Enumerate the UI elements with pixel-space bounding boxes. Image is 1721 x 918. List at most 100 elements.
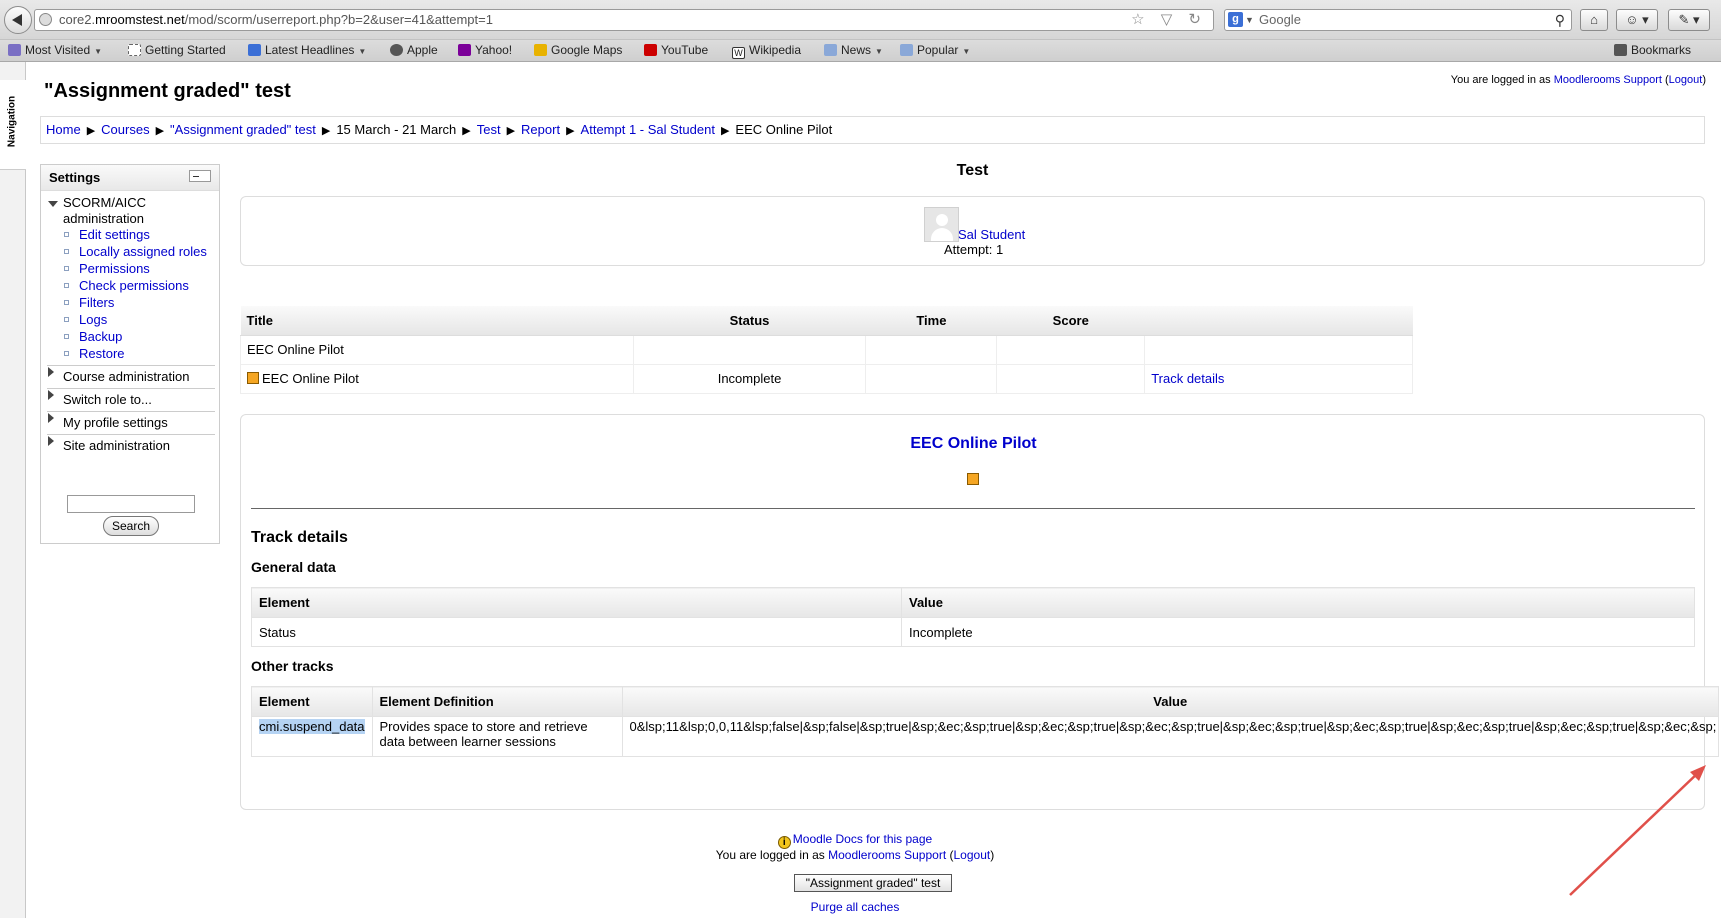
table-row: Status Incomplete (251, 617, 1695, 647)
bookmark-popular[interactable]: Popular ▼ (900, 43, 970, 57)
breadcrumb-test[interactable]: Test (477, 122, 501, 137)
table-cell (996, 363, 1146, 394)
settings-restore[interactable]: Restore (79, 346, 125, 362)
expand-icon[interactable] (48, 390, 54, 400)
sco-incomplete-icon (967, 473, 979, 485)
footer-logout-link[interactable]: Logout (954, 848, 991, 862)
status-cell: Incomplete (632, 363, 867, 394)
navigation-dock: Navigation (0, 62, 26, 918)
home-button[interactable]: ⌂ (1580, 9, 1608, 31)
moodle-docs-link[interactable]: Moodle Docs for this page (793, 832, 932, 846)
settings-locally-assigned-roles[interactable]: Locally assigned roles (79, 244, 207, 260)
moodle-page: Navigation "Assignment graded" test You … (0, 62, 1721, 918)
table-cell (632, 334, 867, 365)
star-icon[interactable]: ☆ ▽ ↻ (1131, 10, 1207, 30)
settings-search-button[interactable]: Search (103, 516, 159, 536)
footer-user-link[interactable]: Moodlerooms Support (828, 848, 946, 862)
search-icon[interactable]: ⚲ (1555, 10, 1565, 30)
selected-text[interactable]: cmi.suspend_data (259, 719, 365, 734)
breadcrumb-report[interactable]: Report (521, 122, 560, 137)
course-home-button[interactable]: "Assignment graded" test (794, 874, 952, 892)
table-cell (865, 363, 998, 394)
attempt-report-table: Title Status Time Score EEC Online Pilot… (240, 306, 1413, 394)
table-cell (1144, 334, 1413, 365)
logout-link[interactable]: Logout (1669, 74, 1703, 86)
breadcrumb-course[interactable]: "Assignment graded" test (170, 122, 316, 137)
scorm-admin-node[interactable]: SCORM/AICC administration (63, 195, 173, 227)
user-link[interactable]: Moodlerooms Support (1554, 74, 1662, 86)
sco-incomplete-icon (247, 372, 259, 384)
bookmark-getting-started[interactable]: Getting Started (128, 43, 226, 57)
bookmark-google-maps[interactable]: Google Maps (534, 43, 622, 57)
settings-logs[interactable]: Logs (79, 312, 107, 328)
dock-block-icon[interactable] (189, 170, 211, 182)
table-header-row: Title Status Time Score (240, 306, 1413, 336)
footer-login-info: You are logged in as Moodlerooms Support… (715, 848, 995, 862)
bookmark-apple[interactable]: Apple (390, 43, 438, 57)
expand-icon[interactable] (48, 413, 54, 423)
track-details-box: EEC Online Pilot Track details General d… (240, 414, 1720, 810)
settings-permissions[interactable]: Permissions (79, 261, 150, 277)
browser-toolbar: core2.mroomstest.net/mod/scorm/userrepor… (0, 0, 1721, 40)
divider (47, 411, 215, 412)
table-cell: Provides space to store and retrieve dat… (371, 716, 623, 757)
chevron-down-icon[interactable]: ▼ (1245, 10, 1254, 30)
divider (47, 434, 215, 435)
bullet-icon (64, 300, 69, 305)
avatar[interactable] (924, 207, 959, 242)
breadcrumb-home[interactable]: Home (46, 122, 81, 137)
bookmark-yahoo[interactable]: Yahoo! (458, 43, 512, 57)
general-data-table: Element Value Status Incomplete (251, 587, 1695, 647)
settings-search-input[interactable] (67, 495, 195, 513)
switch-role-node[interactable]: Switch role to... (63, 392, 152, 408)
profile-settings-node[interactable]: My profile settings (63, 415, 168, 431)
settings-backup[interactable]: Backup (79, 329, 122, 345)
tools-button[interactable]: ✎ ▾ (1668, 9, 1710, 31)
bullet-icon (64, 317, 69, 322)
table-cell: Incomplete (901, 617, 1695, 647)
expand-icon[interactable] (48, 201, 58, 207)
purge-caches-link[interactable]: Purge all caches (811, 900, 900, 914)
column-header: Title (240, 306, 634, 336)
login-info: You are logged in as Moodlerooms Support… (1450, 74, 1706, 86)
column-header: Value (901, 587, 1695, 618)
column-header: Element (251, 587, 902, 618)
divider (47, 365, 215, 366)
settings-edit-settings[interactable]: Edit settings (79, 227, 150, 243)
docs-link-row: i Moodle Docs for this page (640, 832, 1070, 849)
back-button[interactable] (4, 6, 32, 34)
bookmark-latest-headlines[interactable]: Latest Headlines ▼ (248, 43, 366, 57)
bookmarks-menu[interactable]: Bookmarks (1614, 43, 1691, 57)
table-cell: EEC Online Pilot (240, 334, 634, 365)
activity-heading: Test (956, 162, 989, 179)
settings-filters[interactable]: Filters (79, 295, 114, 311)
bookmarks-toolbar: Most Visited ▼ Getting Started Latest Hea… (0, 40, 1721, 62)
bookmark-most-visited[interactable]: Most Visited ▼ (8, 43, 102, 57)
bookmark-wikipedia[interactable]: W Wikipedia (732, 43, 801, 59)
search-input[interactable]: g ▼ Google ⚲ (1224, 9, 1572, 31)
settings-header: Settings (41, 165, 219, 191)
divider (251, 508, 1695, 509)
site-administration-node[interactable]: Site administration (63, 438, 170, 454)
divider (47, 388, 215, 389)
settings-check-permissions[interactable]: Check permissions (79, 278, 189, 294)
navigation-dock-tab[interactable]: Navigation (0, 80, 26, 170)
google-icon[interactable]: g (1228, 12, 1243, 27)
expand-icon[interactable] (48, 367, 54, 377)
bookmark-youtube[interactable]: YouTube (644, 43, 708, 57)
address-bar[interactable]: core2.mroomstest.net/mod/scorm/userrepor… (34, 9, 1214, 31)
track-details-link[interactable]: Track details (1151, 371, 1224, 386)
user-name-link[interactable]: Sal Student (958, 227, 1025, 242)
course-administration-node[interactable]: Course administration (63, 369, 189, 385)
bookmark-news[interactable]: News ▼ (824, 43, 883, 57)
breadcrumb-attempt[interactable]: Attempt 1 - Sal Student (581, 122, 715, 137)
addon-button[interactable]: ☺ ▾ (1616, 9, 1658, 31)
breadcrumb-courses[interactable]: Courses (101, 122, 149, 137)
column-header (1144, 306, 1413, 336)
breadcrumb-current: EEC Online Pilot (735, 122, 833, 137)
expand-icon[interactable] (48, 436, 54, 446)
site-identity-icon[interactable] (39, 13, 52, 26)
breadcrumb-section: 15 March - 21 March (336, 122, 457, 137)
user-summary-box: Sal Student Attempt: 1 (240, 196, 1705, 266)
table-row: EEC Online Pilot (240, 334, 1413, 365)
